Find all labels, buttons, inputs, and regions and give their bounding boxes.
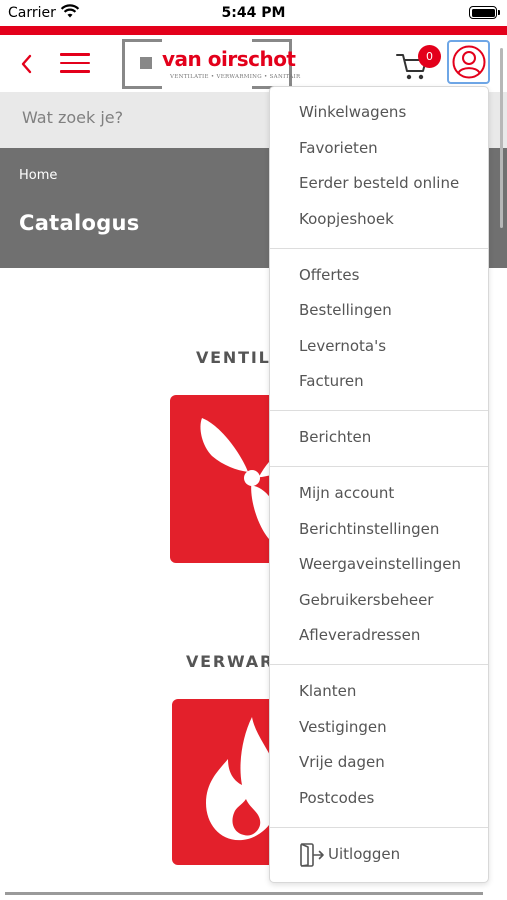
search-placeholder: Wat zoek je? bbox=[22, 108, 124, 127]
menu-item-eerder-besteld[interactable]: Eerder besteld online bbox=[299, 174, 459, 192]
account-button[interactable] bbox=[447, 40, 490, 84]
scroll-indicator[interactable] bbox=[500, 48, 503, 228]
account-dropdown-menu: Winkelwagens Favorieten Eerder besteld o… bbox=[269, 86, 489, 883]
menu-item-gebruikersbeheer[interactable]: Gebruikersbeheer bbox=[299, 591, 433, 609]
menu-item-favorieten[interactable]: Favorieten bbox=[299, 139, 378, 157]
menu-item-levernotas[interactable]: Levernota's bbox=[299, 337, 386, 355]
menu-item-mijn-account[interactable]: Mijn account bbox=[299, 484, 394, 502]
menu-item-offertes[interactable]: Offertes bbox=[299, 266, 359, 284]
menu-item-berichten[interactable]: Berichten bbox=[299, 428, 371, 446]
menu-item-bestellingen[interactable]: Bestellingen bbox=[299, 301, 392, 319]
menu-item-berichtinstellingen[interactable]: Berichtinstellingen bbox=[299, 520, 439, 538]
menu-item-facturen[interactable]: Facturen bbox=[299, 372, 364, 390]
hamburger-menu-icon[interactable] bbox=[60, 53, 90, 75]
menu-item-winkelwagens[interactable]: Winkelwagens bbox=[299, 103, 406, 121]
menu-item-postcodes[interactable]: Postcodes bbox=[299, 789, 374, 807]
breadcrumb-home[interactable]: Home bbox=[19, 168, 57, 183]
menu-divider bbox=[270, 410, 488, 411]
clock: 5:44 PM bbox=[221, 5, 286, 21]
category-title-ventilatie[interactable]: VENTIL bbox=[196, 348, 271, 367]
bottom-divider bbox=[5, 892, 483, 895]
menu-item-weergaveinstellingen[interactable]: Weergaveinstellingen bbox=[299, 555, 461, 573]
menu-item-vrije-dagen[interactable]: Vrije dagen bbox=[299, 753, 385, 771]
battery-icon bbox=[469, 6, 500, 19]
status-bar: Carrier 5:44 PM bbox=[0, 0, 507, 26]
menu-item-afleveradressen[interactable]: Afleveradressen bbox=[299, 626, 420, 644]
cart-count-badge: 0 bbox=[418, 45, 441, 68]
user-icon bbox=[452, 45, 486, 79]
logo-tagline: VENTILATIE • VERWARMING • SANITAIR bbox=[170, 74, 301, 80]
brand-logo[interactable]: van oirschot VENTILATIE • VERWARMING • S… bbox=[122, 39, 300, 89]
brand-stripe bbox=[0, 26, 507, 35]
back-chevron-icon[interactable] bbox=[16, 51, 38, 77]
page-title: Catalogus bbox=[19, 211, 140, 235]
menu-item-koopjeshoek[interactable]: Koopjeshoek bbox=[299, 210, 394, 228]
app-header: van oirschot VENTILATIE • VERWARMING • S… bbox=[0, 35, 507, 92]
menu-divider bbox=[270, 466, 488, 467]
menu-item-klanten[interactable]: Klanten bbox=[299, 682, 356, 700]
logout-icon bbox=[300, 843, 324, 867]
menu-item-vestigingen[interactable]: Vestigingen bbox=[299, 718, 387, 736]
menu-divider bbox=[270, 827, 488, 828]
logo-name: van oirschot bbox=[162, 47, 296, 71]
logout-label: Uitloggen bbox=[328, 845, 401, 863]
category-title-verwarming[interactable]: VERWAR bbox=[186, 652, 274, 671]
menu-divider bbox=[270, 664, 488, 665]
menu-divider bbox=[270, 248, 488, 249]
